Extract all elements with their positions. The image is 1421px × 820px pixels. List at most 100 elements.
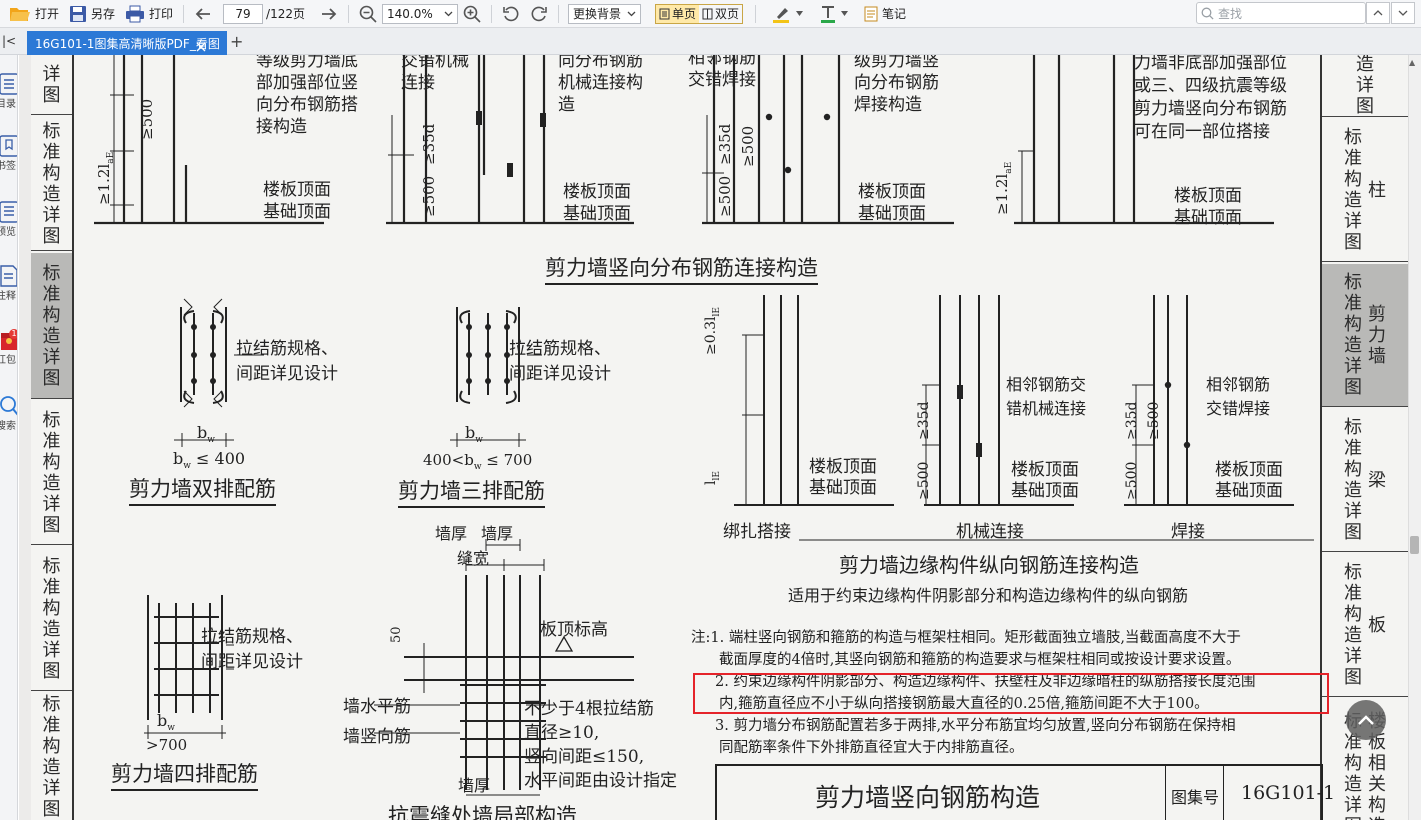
tab-char: 构 (42, 162, 61, 184)
scroll-up-icon[interactable]: ▲ (1409, 58, 1415, 67)
note-icon (864, 6, 878, 22)
edge-member-title: 剪力墙边缘构件纵向钢筋连接构造 (839, 553, 1139, 577)
dim-bw: bw (157, 711, 175, 734)
note-line: 向分布钢筋 (558, 55, 643, 71)
page-number-input[interactable]: 79 (223, 3, 264, 24)
dim-label: ≥500 (138, 99, 156, 140)
tab-char: 造 (1356, 55, 1374, 75)
single-page-button[interactable]: 单页 (656, 4, 700, 23)
tab-char: 准 (42, 283, 61, 305)
collapse-sidebar-button[interactable]: |< (2, 34, 16, 48)
dim-text: l (703, 480, 719, 485)
foundation-top-label: 基础顶面 (263, 202, 331, 222)
tab-char: 图 (1344, 232, 1362, 253)
right-tab-column-section[interactable]: 标准构造详图 柱 (1322, 119, 1408, 262)
tab-char: 详 (42, 777, 61, 799)
next-page-button[interactable] (315, 2, 343, 26)
tab-bar: |< 16G101-1图集高清晰版PDF_看图 + (0, 28, 1421, 55)
foundation-top-label: 基础顶面 (1174, 208, 1242, 228)
tab-char: 板 (1368, 614, 1386, 636)
tab-text: 标准构造详图 (1344, 562, 1362, 688)
dim-text: b (173, 449, 184, 468)
note-line: 交错机械 (401, 55, 469, 71)
dim-text: ≥500 (420, 175, 438, 217)
note-line: 可在同一部位搭接 (1134, 122, 1270, 142)
arrow-left-icon (194, 6, 212, 22)
rail-item-contents[interactable]: 目录 (0, 73, 17, 110)
note-top-3: 向分布钢筋 机械连接构 造 (558, 55, 643, 116)
zoom-select[interactable]: 140.0% (382, 3, 458, 24)
rail-item-search[interactable]: 搜索 (0, 395, 17, 432)
seam-tie-note: 不少于4根拉结筋 直径≥10, 竖向间距≤150, 水平间距由设计指定 (524, 697, 677, 793)
tab-char: 图 (1344, 816, 1362, 820)
dim-label: ≥1.2laE (993, 161, 1014, 215)
dim-text: ≥35d (420, 123, 438, 165)
note-1: 注:1. 端柱竖向钢筋和箍筋的构造与框架柱相同。矩形截面独立墙肢,当截面高度不大… (691, 630, 1241, 646)
print-button[interactable]: 打印 (120, 2, 178, 26)
note-top-2: 交错机械 连接 (401, 55, 469, 94)
tab-char: 详 (42, 346, 61, 368)
new-tab-button[interactable]: + (230, 34, 243, 50)
tab-char: 图 (42, 367, 61, 389)
zoom-out-button[interactable] (354, 2, 382, 26)
search-next-button[interactable] (1391, 2, 1415, 24)
rail-item-preview[interactable]: 预览 (0, 201, 17, 238)
back-to-top-button[interactable] (1346, 700, 1386, 740)
rotate-left-button[interactable] (497, 2, 525, 26)
dim-label: ≥500 (420, 176, 438, 217)
tab-text: 标准构造详图 (43, 121, 61, 247)
scrollbar-thumb[interactable] (1410, 536, 1419, 554)
title-block: 剪力墙竖向钢筋构造 图集号 16G101-1 (715, 764, 1335, 820)
close-icon[interactable] (196, 37, 206, 52)
tab-char: 图 (1356, 96, 1374, 117)
tab-char: 图 (42, 514, 61, 536)
dim-label: ≥0.3llE (703, 307, 722, 355)
right-tab-shear-wall[interactable]: 标准构造详图 剪力墙 (1322, 264, 1408, 407)
tab-char: 标 (42, 555, 61, 577)
notes-button[interactable]: 笔记 (859, 2, 911, 26)
note-line: 剪力墙竖向分布钢筋 (1134, 99, 1287, 119)
background-select[interactable]: 更换背景 (568, 3, 642, 24)
quad-row-note: 拉结筋规格、 间距详见设计 (201, 625, 303, 675)
tab-char: 关 (1368, 774, 1386, 795)
open-button[interactable]: 打开 (4, 2, 64, 26)
tab-char: 造 (1344, 625, 1362, 646)
double-page-button[interactable]: 双页 (699, 5, 742, 23)
note-line: 机械连接构 (558, 73, 643, 93)
tab-char: 详 (1356, 75, 1374, 96)
rail-label: 目录 (0, 99, 16, 110)
highlight-annotation-box[interactable] (693, 673, 1329, 714)
dim-text: ≥35d (916, 401, 932, 440)
search-input[interactable]: 查找 (1196, 2, 1366, 24)
note-line: 拉结筋规格、 (509, 339, 611, 359)
search-prev-button[interactable] (1366, 2, 1390, 24)
rail-item-annotations[interactable]: 注释 (0, 265, 17, 302)
list-icon (0, 73, 17, 95)
tab-char: 准 (42, 714, 61, 736)
wall-thickness-label: 墙厚 (458, 776, 491, 795)
dim-label: ≥500 (716, 176, 734, 217)
previous-page-button[interactable] (189, 2, 217, 26)
rail-item-bookmarks[interactable]: 书签 (0, 135, 17, 172)
text-color-button[interactable] (814, 2, 853, 26)
right-tab-slab[interactable]: 标准构造详图 板 (1322, 554, 1408, 697)
tab-char: 造 (42, 472, 61, 494)
dim-label: ≥500 (916, 462, 932, 500)
right-tab-beam[interactable]: 标准构造详图 梁 (1322, 409, 1408, 552)
welded-label: 焊接 (1171, 522, 1205, 542)
document-viewport[interactable]: 详图 标准构造详图 标准构造详图 标准构造详图 标准构造详图 标准构造详图 造详… (19, 55, 1408, 820)
save-as-button[interactable]: 另存 (64, 2, 120, 26)
chevron-down-icon (444, 11, 453, 17)
note-top-4: 相邻钢筋 交错焊接 (688, 55, 756, 91)
rotate-right-button[interactable] (525, 2, 553, 26)
notes-label: 笔记 (882, 7, 907, 21)
note-line: 等级剪力墙底 (256, 55, 358, 71)
dim-label: ≥35d (916, 401, 932, 440)
highlighter-button[interactable] (767, 2, 808, 26)
vertical-scrollbar[interactable] (1408, 55, 1421, 820)
tab-char: 标 (1344, 272, 1362, 293)
save-as-label: 另存 (91, 7, 116, 21)
slab-label-2: 楼板顶面 基础顶面 (563, 181, 631, 225)
zoom-in-button[interactable] (458, 2, 486, 26)
note-line: 拉结筋规格、 (236, 339, 338, 359)
